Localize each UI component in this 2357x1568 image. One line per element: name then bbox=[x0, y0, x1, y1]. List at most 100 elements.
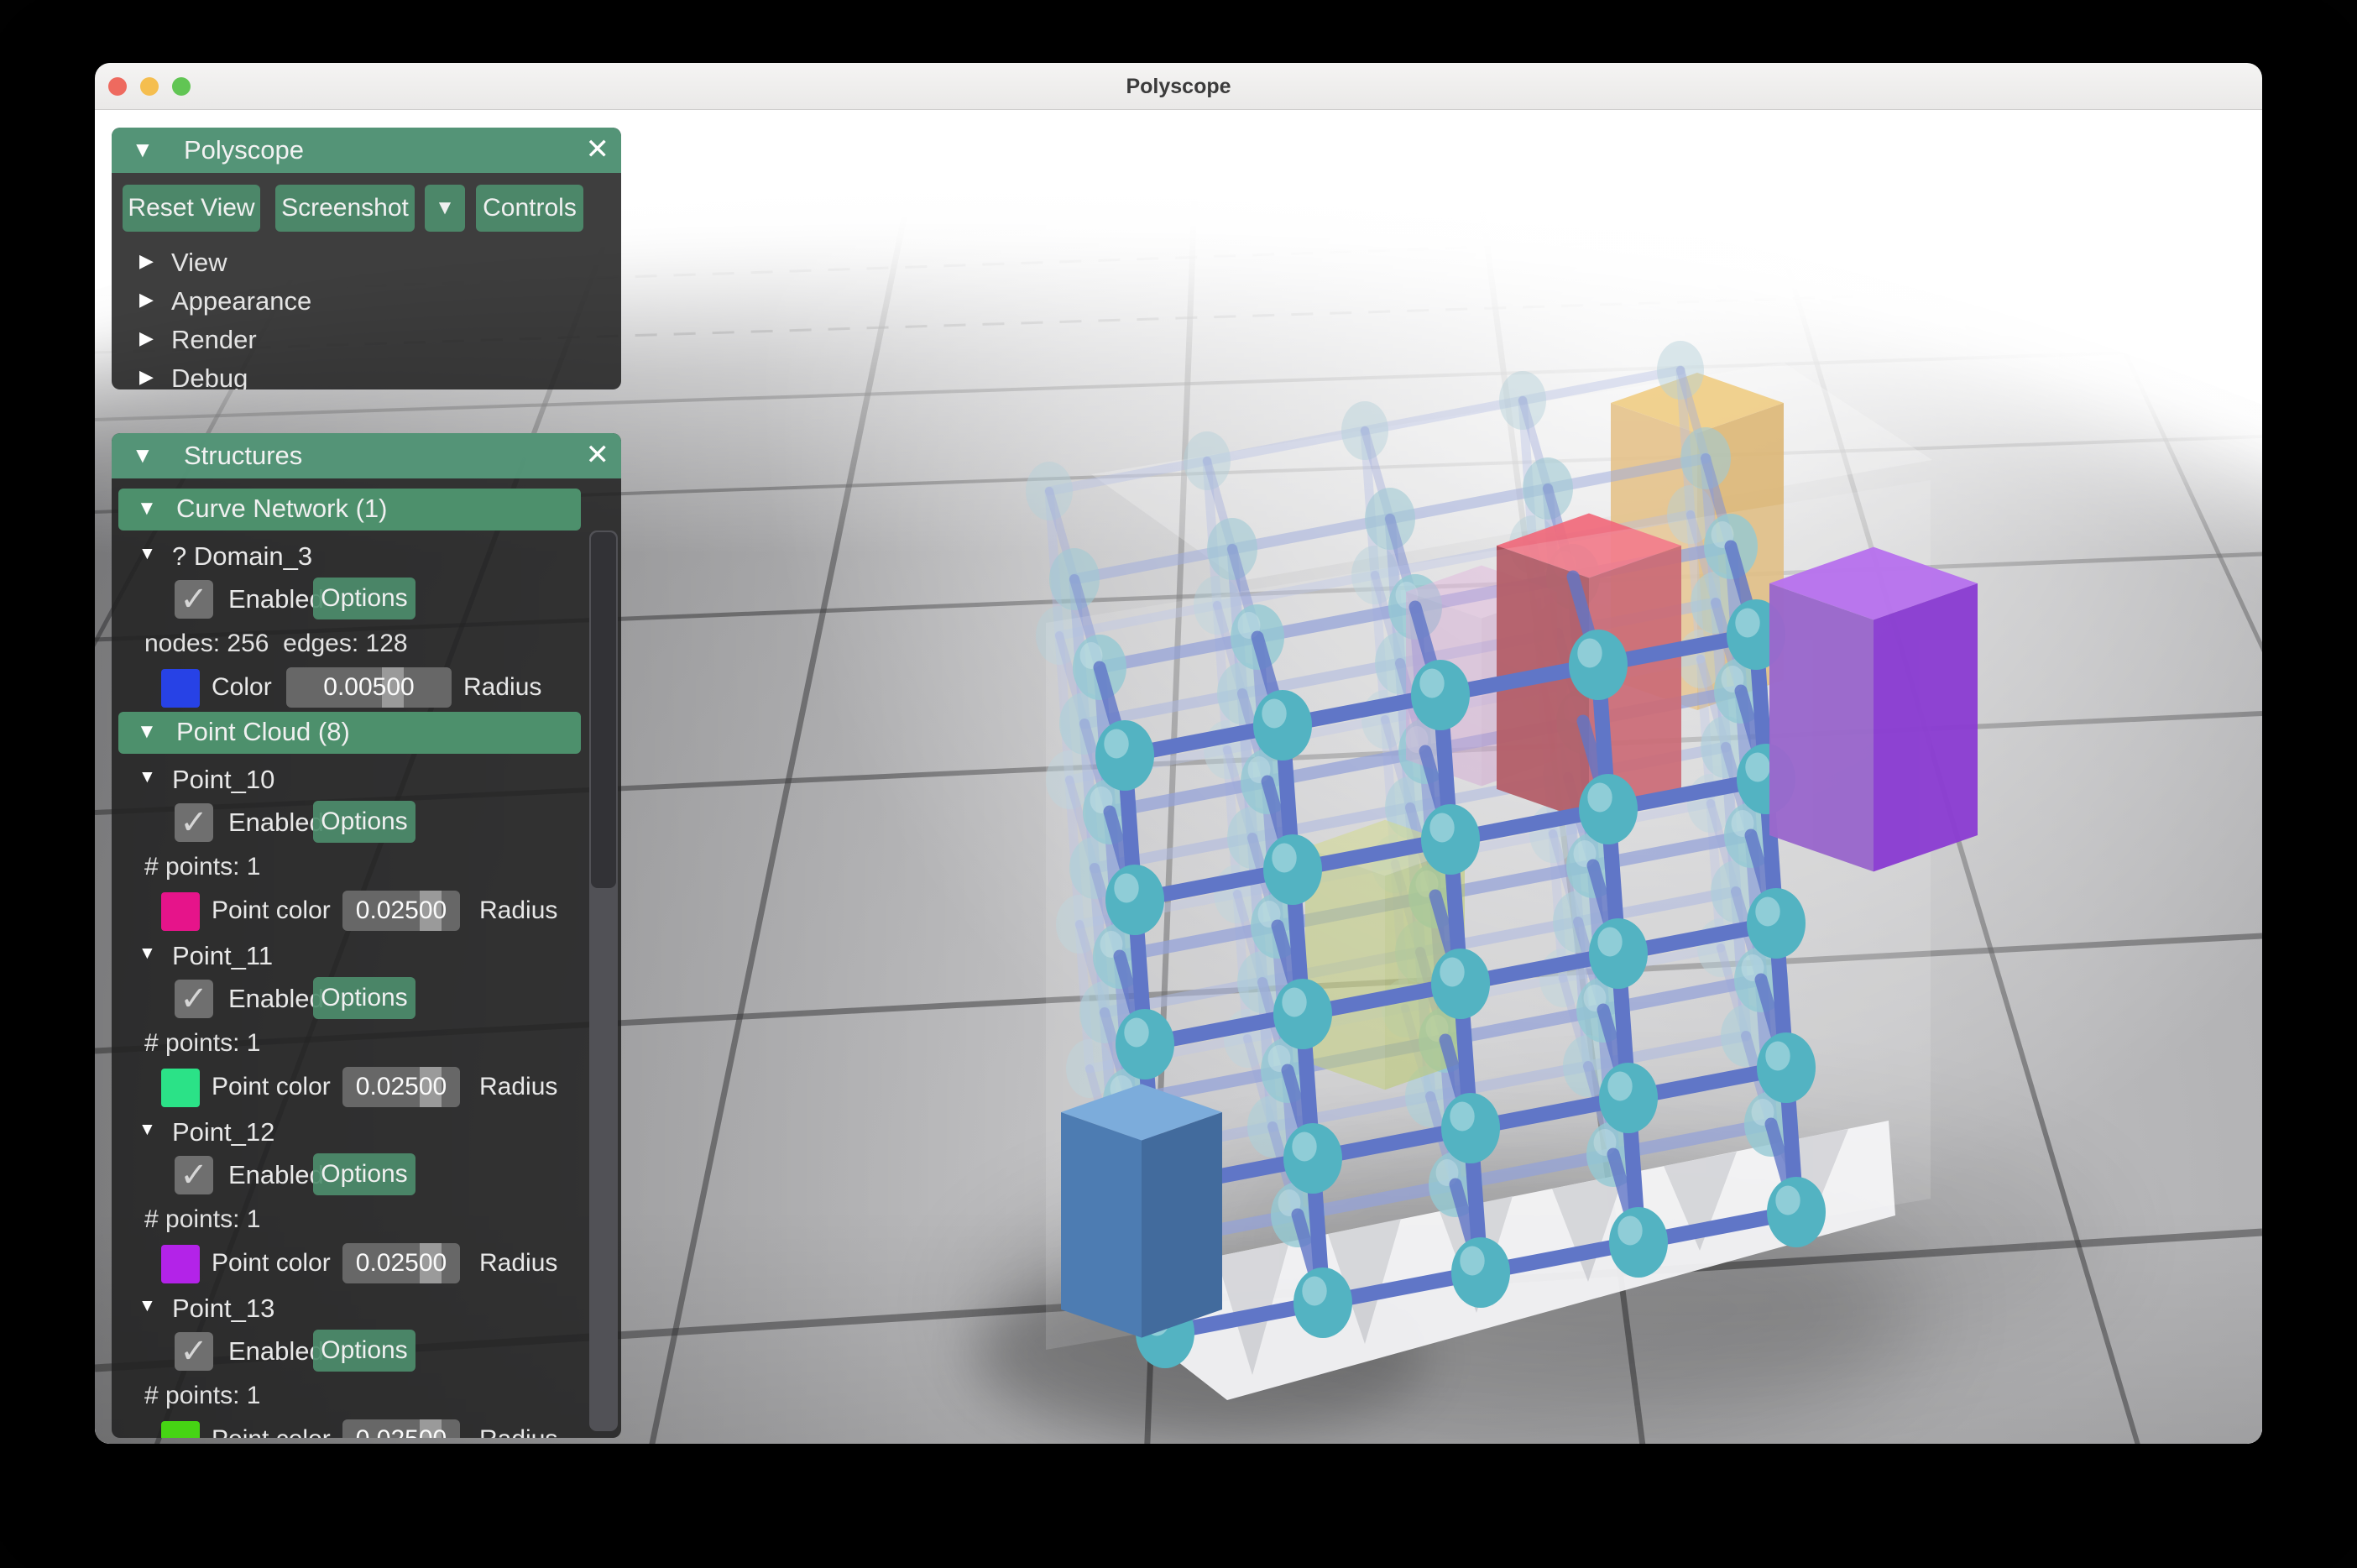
enabled-options-row: ✓ EnabledOptions bbox=[112, 578, 584, 623]
structure-item-Point_10[interactable]: ▼ Point_10 bbox=[112, 759, 584, 801]
chevron-right-icon: ▶ bbox=[139, 289, 154, 311]
radius-drag-input[interactable]: 0.00500 bbox=[286, 667, 452, 708]
structure-item-_Domain_3[interactable]: ▼ ? Domain_3 bbox=[112, 536, 584, 578]
structure-item-Point_11[interactable]: ▼Point_11 bbox=[112, 935, 584, 977]
controls-button[interactable]: Controls bbox=[476, 185, 583, 232]
color-swatch[interactable] bbox=[161, 1069, 200, 1107]
group-header-point[interactable]: ▼Point Cloud (8) bbox=[118, 712, 581, 754]
color-swatch[interactable] bbox=[161, 669, 200, 708]
stats-text: nodes: 256 edges: 128 bbox=[144, 630, 408, 658]
structure-item-Point_13[interactable]: ▼ Point_13 bbox=[112, 1288, 584, 1330]
screenshot-dropdown-button[interactable]: ▼ bbox=[425, 185, 465, 232]
enabled-options-row: ✓ EnabledOptions bbox=[112, 1330, 584, 1375]
color-radius-row: Point color 0.02500 Radius bbox=[112, 1419, 584, 1438]
radius-drag-input[interactable]: 0.02500 bbox=[342, 1067, 460, 1107]
radius-unit-label: Radius bbox=[479, 1073, 557, 1101]
point-cube-purple bbox=[1769, 547, 1978, 872]
color-label: Point color bbox=[212, 1425, 331, 1438]
structure-name: Point_10 bbox=[172, 765, 274, 795]
options-button[interactable]: Options bbox=[313, 1330, 415, 1372]
stats-text: # points: 1 bbox=[144, 853, 260, 881]
collapse-triangle-icon: ▼ bbox=[137, 497, 157, 520]
color-radius-row: Point color 0.02500 Radius bbox=[112, 1242, 584, 1288]
radius-drag-input[interactable]: 0.02500 bbox=[342, 1419, 460, 1438]
stats-row: # points: 1 bbox=[112, 1375, 584, 1419]
stats-text: # points: 1 bbox=[144, 1205, 260, 1234]
section-label: View bbox=[171, 248, 227, 278]
enabled-options-row: ✓EnabledOptions bbox=[112, 801, 584, 846]
color-radius-row: Color0.00500Radius bbox=[112, 666, 584, 712]
color-label: Point color bbox=[212, 1073, 331, 1101]
color-swatch[interactable] bbox=[161, 1421, 200, 1438]
enabled-label: Enabled bbox=[228, 584, 324, 614]
enabled-checkbox[interactable]: ✓ bbox=[175, 580, 213, 619]
point-cube-blue bbox=[1061, 1084, 1222, 1337]
stats-row: nodes: 256 edges: 128 bbox=[112, 623, 584, 666]
polyscope-panel-body: Reset View Screenshot ▼ Controls ▶ View ▶ A… bbox=[112, 173, 621, 389]
chevron-right-icon: ▶ bbox=[139, 327, 154, 349]
color-swatch[interactable] bbox=[161, 1245, 200, 1283]
collapse-triangle-icon: ▼ bbox=[138, 943, 156, 964]
enabled-options-row: ✓EnabledOptions bbox=[112, 977, 584, 1022]
radius-unit-label: Radius bbox=[479, 1249, 557, 1278]
section-label: Appearance bbox=[171, 286, 311, 316]
collapse-triangle-icon: ▼ bbox=[138, 767, 156, 787]
screenshot-button[interactable]: Screenshot bbox=[275, 185, 415, 232]
section-debug[interactable]: ▶Debug bbox=[112, 359, 621, 389]
options-button[interactable]: Options bbox=[313, 801, 415, 843]
radius-value: 0.02500 bbox=[342, 891, 460, 931]
collapse-triangle-icon: ▼ bbox=[138, 1296, 156, 1316]
options-button[interactable]: Options bbox=[313, 977, 415, 1019]
group-header-curve[interactable]: ▼Curve Network (1) bbox=[118, 489, 581, 531]
stats-text: # points: 1 bbox=[144, 1029, 260, 1058]
structures-panel-header[interactable]: ▼ Structures ✕ bbox=[112, 433, 621, 478]
polyscope-panel-header[interactable]: ▼ Polyscope ✕ bbox=[112, 128, 621, 173]
stats-row: # points: 1 bbox=[112, 846, 584, 890]
collapse-triangle-icon[interactable]: ▼ bbox=[132, 442, 154, 468]
panel-title: Structures bbox=[184, 441, 302, 471]
color-radius-row: Point color0.02500Radius bbox=[112, 890, 584, 935]
radius-drag-input[interactable]: 0.02500 bbox=[342, 1243, 460, 1283]
window-titlebar[interactable]: Polyscope bbox=[95, 63, 2262, 110]
enabled-checkbox[interactable]: ✓ bbox=[175, 803, 213, 842]
collapse-triangle-icon[interactable]: ▼ bbox=[132, 137, 154, 163]
reset-view-button[interactable]: Reset View bbox=[123, 185, 260, 232]
color-label: Point color bbox=[212, 1249, 331, 1278]
enabled-label: Enabled bbox=[228, 1336, 324, 1367]
section-appearance[interactable]: ▶ Appearance bbox=[112, 282, 621, 321]
stats-text: # points: 1 bbox=[144, 1382, 260, 1410]
3d-viewport[interactable]: ▼ Polyscope ✕ Reset View Screenshot ▼ Co… bbox=[95, 110, 2262, 1444]
options-button[interactable]: Options bbox=[313, 1153, 415, 1195]
structure-name: Point_13 bbox=[172, 1294, 274, 1324]
radius-value: 0.02500 bbox=[342, 1067, 460, 1107]
section-view[interactable]: ▶ View bbox=[112, 243, 621, 282]
structures-list: ▼Curve Network (1)▼? Domain_3✓EnabledOpt… bbox=[112, 478, 584, 1438]
radius-value: 0.02500 bbox=[342, 1243, 460, 1283]
radius-unit-label: Radius bbox=[479, 896, 557, 925]
panel-title: Polyscope bbox=[184, 135, 304, 165]
collapse-triangle-icon: ▼ bbox=[137, 720, 157, 744]
enabled-checkbox[interactable]: ✓ bbox=[175, 1332, 213, 1371]
scrollbar-thumb[interactable] bbox=[591, 532, 616, 888]
stats-row: # points: 1 bbox=[112, 1022, 584, 1066]
structures-scrollbar[interactable] bbox=[589, 531, 618, 1431]
chevron-right-icon: ▶ bbox=[139, 250, 154, 272]
structure-item-Point_12[interactable]: ▼Point_12 bbox=[112, 1111, 584, 1153]
structure-name: ? Domain_3 bbox=[172, 541, 312, 572]
radius-value: 0.00500 bbox=[286, 667, 452, 708]
structure-name: Point_12 bbox=[172, 1117, 274, 1147]
polyscope-app-window: Polyscope ▼ Polyscope ✕ Reset View bbox=[95, 63, 2262, 1444]
collapse-triangle-icon: ▼ bbox=[138, 544, 156, 564]
close-icon[interactable]: ✕ bbox=[586, 133, 610, 166]
section-render[interactable]: ▶Render bbox=[112, 321, 621, 359]
close-icon[interactable]: ✕ bbox=[586, 438, 610, 472]
radius-drag-input[interactable]: 0.02500 bbox=[342, 891, 460, 931]
color-swatch[interactable] bbox=[161, 892, 200, 931]
section-label: Debug bbox=[171, 363, 248, 389]
radius-unit-label: Radius bbox=[479, 1425, 557, 1438]
enabled-checkbox[interactable]: ✓ bbox=[175, 1156, 213, 1194]
options-button[interactable]: Options bbox=[313, 578, 415, 619]
enabled-checkbox[interactable]: ✓ bbox=[175, 980, 213, 1018]
structures-panel: ▼ Structures ✕ ▼Curve Network (1)▼? Doma… bbox=[112, 433, 621, 1438]
desktop-background: Polyscope ▼ Polyscope ✕ Reset View bbox=[0, 0, 2357, 1568]
